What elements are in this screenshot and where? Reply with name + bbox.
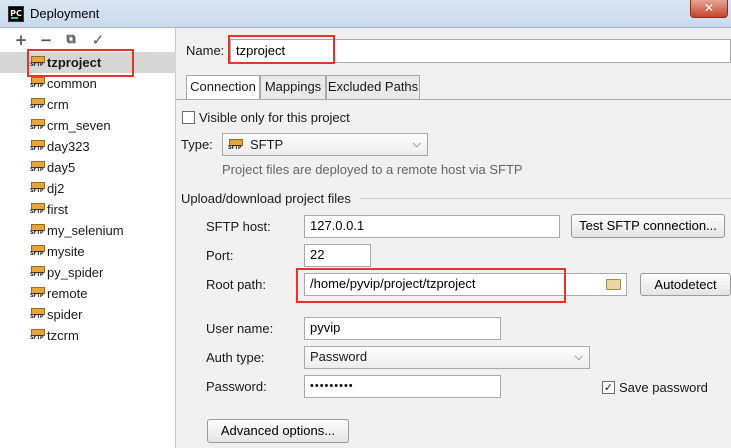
chevron-down-icon: ⌵ [412,137,421,150]
server-label: tzcrm [47,328,79,343]
server-label: my_selenium [47,223,124,238]
pycharm-app-icon: PC [8,6,24,22]
server-label: first [47,202,68,217]
close-window-button[interactable]: ✕ [690,0,728,18]
remove-server-button[interactable]: − [37,31,55,49]
type-select[interactable]: SFTP SFTP ⌵ [222,133,428,156]
password-label: Password: [206,379,267,394]
tabs-divider [176,99,731,100]
port-field[interactable]: 22 [304,244,371,267]
server-list: SFTP tzproject SFTP common SFTP crm SFTP crm_se… [0,52,176,346]
auth-type-label: Auth type: [206,350,265,365]
type-description: Project files are deployed to a remote h… [222,162,523,177]
highlight-box-root-path [296,268,566,303]
server-label: crm [47,97,69,112]
tab-excluded-paths[interactable]: Excluded Paths [326,75,420,99]
add-server-button[interactable]: + [12,31,30,49]
server-item[interactable]: SFTP crm_seven [0,115,176,136]
auth-type-value: Password [310,349,368,364]
auth-type-select[interactable]: Password ⌵ [304,346,590,369]
test-sftp-connection-button[interactable]: Test SFTP connection... [571,214,725,238]
sftp-server-icon: SFTP [30,203,45,215]
sftp-server-icon: SFTP [30,266,45,278]
copy-server-button[interactable]: ⧉ [62,31,80,49]
sftp-server-icon: SFTP [30,119,45,131]
server-sidebar: + − ⧉ ✓ SFTP tzproject SFTP common SFTP crm SF… [0,28,176,448]
server-item[interactable]: SFTP py_spider [0,262,176,283]
server-item[interactable]: SFTP day323 [0,136,176,157]
username-field[interactable]: pyvip [304,317,501,340]
type-value: SFTP [250,137,284,152]
password-field[interactable]: ••••••••• [304,375,501,398]
sftp-server-icon: SFTP [30,308,45,320]
sftp-server-icon: SFTP [30,98,45,110]
name-label: Name: [186,43,225,58]
folder-icon[interactable] [606,279,621,290]
server-item[interactable]: SFTP spider [0,304,176,325]
server-item[interactable]: SFTP first [0,199,176,220]
window-title: Deployment [30,6,100,21]
server-label: dj2 [47,181,65,196]
username-label: User name: [206,321,274,336]
sftp-server-icon: SFTP [30,329,45,341]
tab-mappings[interactable]: Mappings [260,75,326,99]
type-label: Type: [181,137,213,152]
section-title: Upload/download project files [181,191,351,206]
root-path-label: Root path: [206,277,266,292]
server-item[interactable]: SFTP crm [0,94,176,115]
highlight-box-name [228,35,335,64]
chevron-down-icon: ⌵ [574,350,583,363]
server-label: crm_seven [47,118,111,133]
sftp-host-label: SFTP host: [206,219,271,234]
server-label: py_spider [47,265,104,280]
visible-only-label: Visible only for this project [199,110,350,125]
server-label: spider [47,307,83,322]
server-item[interactable]: SFTP mysite [0,241,176,262]
sftp-host-field[interactable]: 127.0.0.1 [304,215,560,238]
save-password-label: Save password [619,380,708,395]
save-password-checkbox[interactable]: ✓ [602,381,615,394]
server-label: common [47,76,97,91]
server-label: remote [47,286,88,301]
sftp-server-icon: SFTP [30,140,45,152]
sftp-server-icon: SFTP [30,182,45,194]
server-item[interactable]: SFTP my_selenium [0,220,176,241]
visible-only-checkbox[interactable] [182,111,195,124]
advanced-options-button[interactable]: Advanced options... [207,419,349,443]
title-bar: PC Deployment ✕ [0,0,731,28]
server-item[interactable]: SFTP day5 [0,157,176,178]
server-label: day323 [47,139,90,154]
server-label: day5 [47,160,76,175]
sftp-server-icon: SFTP [30,77,45,89]
server-item[interactable]: SFTP tzcrm [0,325,176,346]
port-label: Port: [206,248,234,263]
autodetect-button[interactable]: Autodetect [640,273,731,296]
section-divider [360,198,731,199]
sftp-server-icon: SFTP [30,245,45,257]
tab-connection[interactable]: Connection [186,75,260,100]
sftp-server-icon: SFTP [30,224,45,236]
server-item[interactable]: SFTP remote [0,283,176,304]
sftp-server-icon: SFTP [30,287,45,299]
highlight-box-selected-server [27,49,134,77]
apply-checkmark-button[interactable]: ✓ [89,31,107,49]
server-label: mysite [47,244,85,259]
sftp-server-icon: SFTP [30,161,45,173]
sftp-icon: SFTP [228,139,243,151]
server-item[interactable]: SFTP dj2 [0,178,176,199]
